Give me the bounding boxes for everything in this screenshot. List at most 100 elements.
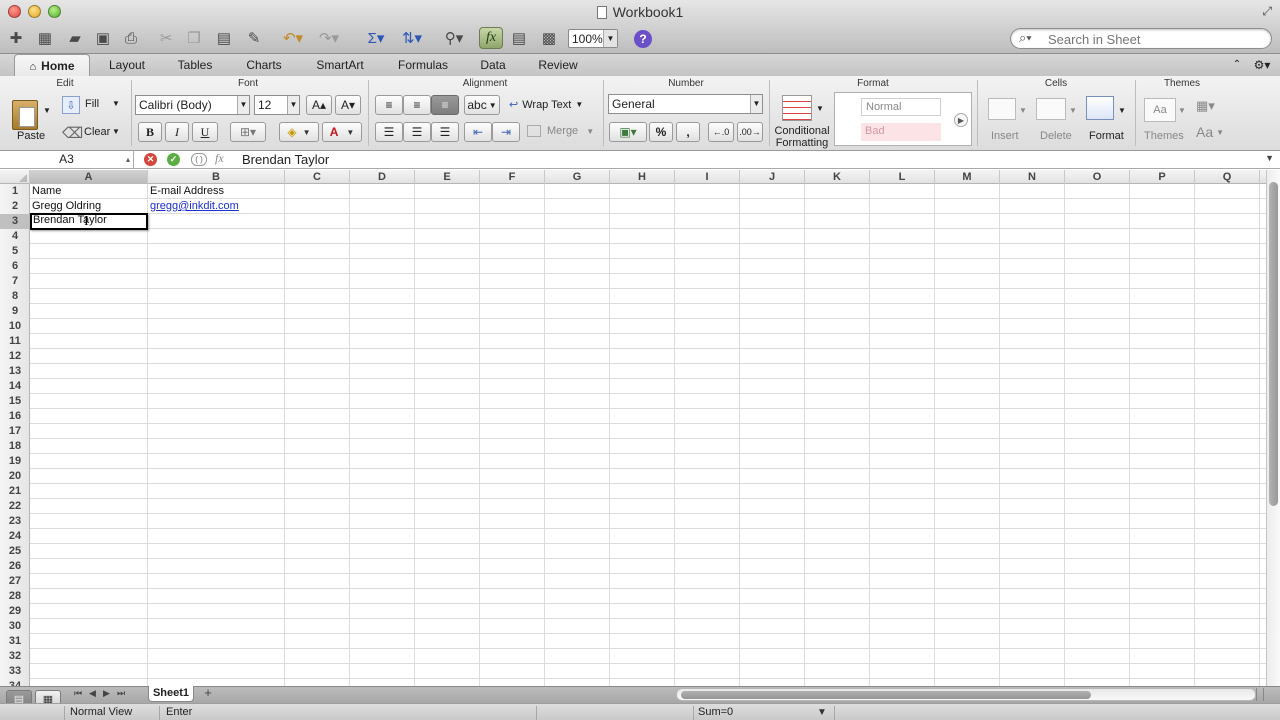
paste-clipboard-icon[interactable] [12,100,38,130]
column-header-n[interactable]: N [1000,170,1065,184]
font-name-select[interactable]: Calibri (Body) ▼ [135,95,250,115]
tab-layout[interactable]: Layout [98,54,156,76]
font-size-select[interactable]: 12 ▼ [254,95,300,115]
add-sheet-button[interactable]: + [200,686,216,701]
name-box[interactable]: A3▴▾ [0,151,134,181]
zoom-select[interactable]: 100% ▼ [568,29,618,48]
fill-color-button[interactable]: ◈ ▼ [279,122,319,142]
percent-style-button[interactable]: % [649,122,673,142]
cell-grid[interactable]: Name E-mail Address Gregg Oldring gregg@… [30,184,1266,686]
column-header-q[interactable]: Q [1195,170,1260,184]
align-right-button[interactable]: ☰ [431,122,459,142]
comma-style-button[interactable]: , [676,122,700,142]
undo-icon[interactable]: ↶▾ [278,27,308,49]
formula-builder-button[interactable]: fx [479,27,503,49]
format-button[interactable]: Format [1089,130,1124,142]
row-header-25[interactable]: 25 [0,544,29,559]
split-handle[interactable] [1256,688,1264,701]
help-button[interactable]: ? [634,30,652,48]
open-folder-icon[interactable]: ▰ [64,27,86,49]
row-header-1[interactable]: 1 [0,184,29,199]
formula-input[interactable]: Brendan Taylor [242,152,329,167]
theme-colors-icon[interactable]: ▦▾ [1196,98,1215,114]
search-field[interactable]: ⌕▾ [1010,28,1272,49]
format-cells-icon[interactable] [1086,96,1114,120]
themes-button[interactable]: Themes [1144,130,1184,142]
tab-formulas[interactable]: Formulas [388,54,458,76]
style-bad[interactable]: Bad [861,123,941,141]
chevron-down-icon[interactable]: ▼ [43,106,51,115]
row-header-30[interactable]: 30 [0,619,29,634]
chevron-down-icon[interactable]: ▼ [1118,106,1126,115]
row-header-32[interactable]: 32 [0,649,29,664]
first-sheet-icon[interactable]: ⏮ [74,688,82,699]
font-color-button[interactable]: A ▼ [322,122,362,142]
row-header-19[interactable]: 19 [0,454,29,469]
save-icon[interactable]: ▣ [93,27,113,49]
sheet-tab-sheet1[interactable]: Sheet1 [148,686,194,702]
column-header-a[interactable]: A [30,170,148,184]
collapse-ribbon-icon[interactable]: ⌃ [1228,54,1246,76]
chevron-down-icon[interactable]: ▼ [817,707,827,718]
column-header-f[interactable]: F [480,170,545,184]
column-header-b[interactable]: B [148,170,285,184]
tab-charts[interactable]: Charts [236,54,292,76]
tab-review[interactable]: Review [528,54,588,76]
column-header-g[interactable]: G [545,170,610,184]
fill-down-icon[interactable]: ⇩ [62,96,80,114]
column-header-d[interactable]: D [350,170,415,184]
delete-cells-icon[interactable] [1036,98,1066,120]
chevron-down-icon[interactable]: ▼ [1178,106,1186,115]
horizontal-scroll-thumb[interactable] [681,691,1091,699]
row-header-17[interactable]: 17 [0,424,29,439]
decrease-font-size-button[interactable]: A▾ [335,95,361,115]
insert-button[interactable]: Insert [991,130,1019,142]
next-sheet-icon[interactable]: ▶ [103,688,110,699]
paste-button[interactable]: Paste [17,130,45,142]
chevron-down-icon[interactable]: ▼ [1069,106,1077,115]
row-header-23[interactable]: 23 [0,514,29,529]
confirm-entry-icon[interactable]: ✓ [167,153,180,166]
row-header-13[interactable]: 13 [0,364,29,379]
column-header-m[interactable]: M [935,170,1000,184]
row-header-12[interactable]: 12 [0,349,29,364]
row-header-34[interactable]: 34 [0,679,29,686]
cell-a2[interactable]: Gregg Oldring [30,199,101,214]
cut-icon[interactable]: ✂ [156,27,176,49]
row-header-2[interactable]: 2 [0,199,29,214]
row-header-14[interactable]: 14 [0,379,29,394]
cancel-entry-icon[interactable]: ✕ [144,153,157,166]
tab-smartart[interactable]: SmartArt [304,54,376,76]
align-bottom-button[interactable]: ≡ [431,95,459,115]
column-header-l[interactable]: L [870,170,935,184]
column-header-e[interactable]: E [415,170,480,184]
column-header-p[interactable]: P [1130,170,1195,184]
row-header-15[interactable]: 15 [0,394,29,409]
column-header-h[interactable]: H [610,170,675,184]
row-header-31[interactable]: 31 [0,634,29,649]
previous-sheet-icon[interactable]: ◀ [89,688,96,699]
chevron-down-icon[interactable]: ▼ [816,104,824,113]
row-header-33[interactable]: 33 [0,664,29,679]
align-left-button[interactable]: ☰ [375,122,403,142]
autosum-icon[interactable]: Σ▾ [362,27,390,49]
row-header-27[interactable]: 27 [0,574,29,589]
cell-b1[interactable]: E-mail Address [148,184,224,199]
row-header-3[interactable]: 3 [0,214,29,229]
chevron-down-icon[interactable]: ▼ [112,99,120,108]
chevron-down-icon[interactable]: ▼ [1019,106,1027,115]
function-wizard-icon[interactable]: ( ) [191,153,207,166]
theme-fonts-button[interactable]: Aa ▼ [1196,124,1224,140]
redo-icon[interactable]: ↷▾ [314,27,344,49]
align-center-button[interactable]: ☰ [403,122,431,142]
eraser-icon[interactable]: ⌫ [62,124,83,142]
gear-icon[interactable]: ⚙▾ [1250,54,1274,76]
increase-indent-button[interactable]: ⇥ [492,122,520,142]
column-header-k[interactable]: K [805,170,870,184]
decrease-decimal-button[interactable]: .00→ [737,122,763,142]
column-header-c[interactable]: C [285,170,350,184]
bold-button[interactable]: B [138,122,162,142]
row-header-7[interactable]: 7 [0,274,29,289]
text-orientation-button[interactable]: abc ▼ [464,95,500,115]
italic-button[interactable]: I [165,122,189,142]
